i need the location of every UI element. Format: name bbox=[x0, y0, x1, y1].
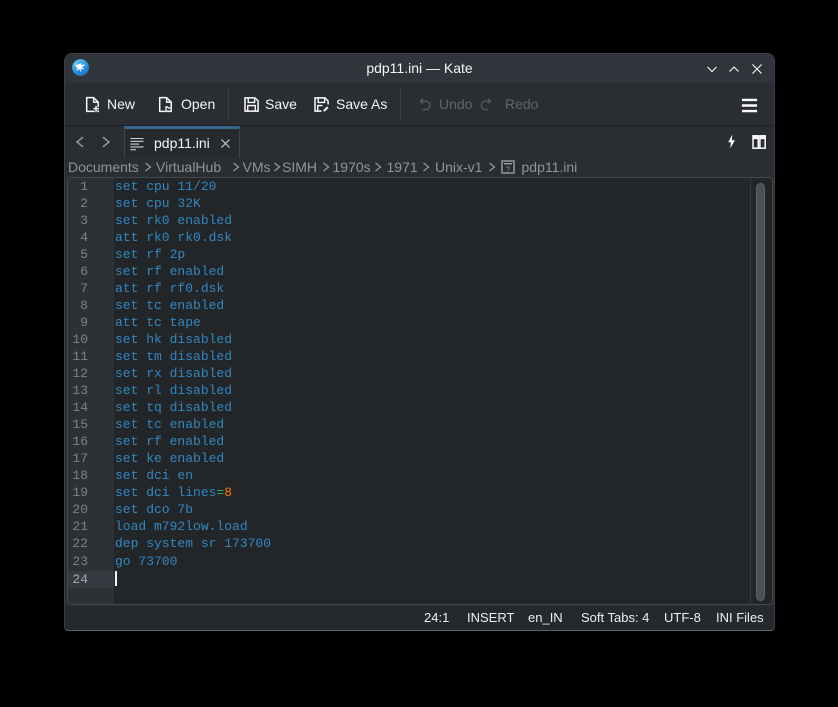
svg-text:?: ? bbox=[506, 166, 510, 173]
